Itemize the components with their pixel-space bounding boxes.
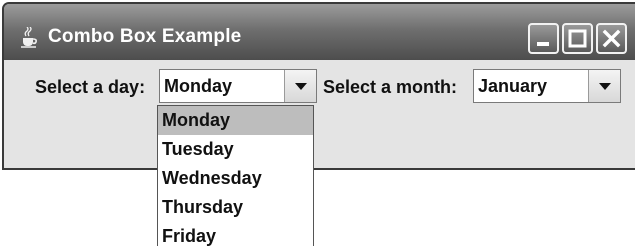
day-option-monday[interactable]: Monday [158,106,313,135]
maximize-icon [568,29,587,48]
window-controls [528,23,627,54]
day-label: Select a day: [35,77,146,97]
minimize-button[interactable] [528,23,559,54]
month-combo-arrow-button[interactable] [588,70,620,102]
day-dropdown-list: Monday Tuesday Wednesday Thursday Friday [157,105,314,246]
month-combo-box[interactable]: January [473,69,621,103]
chevron-down-icon [295,83,307,90]
maximize-button[interactable] [562,23,593,54]
month-label: Select a month: [323,77,458,97]
day-option-tuesday[interactable]: Tuesday [158,135,313,164]
minimize-icon [537,42,549,46]
day-combo-box[interactable]: Monday [159,69,317,103]
window-title: Combo Box Example [48,26,242,47]
month-combo-value: January [478,76,548,96]
chevron-down-icon [599,83,611,90]
title-bar[interactable]: Combo Box Example [4,4,635,60]
app-window: Combo Box Example Select a day: Monday S… [2,2,635,170]
day-combo-value: Monday [164,76,233,96]
day-option-thursday[interactable]: Thursday [158,193,313,222]
screen: Combo Box Example Select a day: Monday S… [0,0,635,246]
day-combo-arrow-button[interactable] [284,70,316,102]
close-button[interactable] [596,23,627,54]
day-option-wednesday[interactable]: Wednesday [158,164,313,193]
java-cup-icon [18,26,40,49]
close-icon [602,29,621,48]
day-option-friday[interactable]: Friday [158,222,313,246]
content-panel: Select a day: Monday Select a month: Jan… [4,60,635,168]
